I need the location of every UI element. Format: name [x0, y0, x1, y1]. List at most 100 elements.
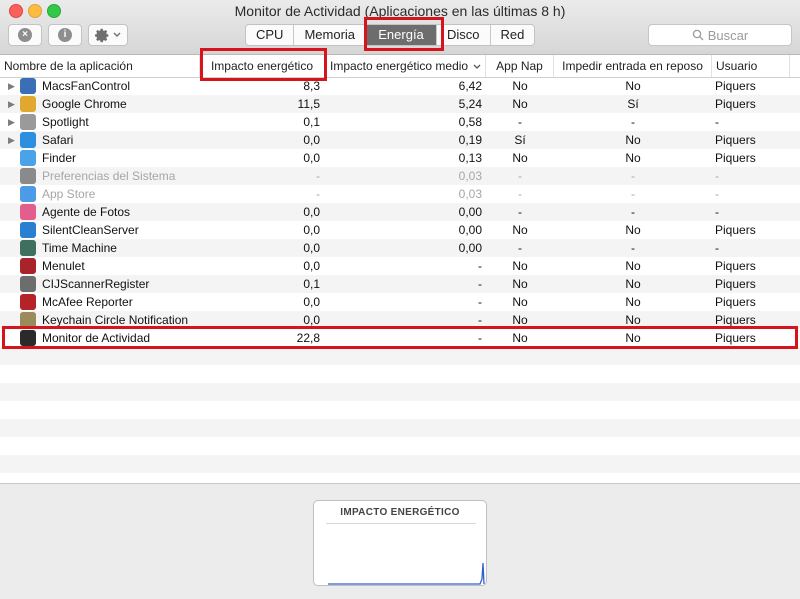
app-nap-cell: -	[518, 169, 522, 183]
table-row[interactable]: ▶ MacsFanControl 8,3 6,42 No No Piquers	[0, 77, 800, 95]
app-icon	[20, 150, 36, 166]
avg-energy-impact-cell: 0,03	[458, 169, 482, 183]
prevent-sleep-cell: Sí	[627, 97, 639, 111]
user-cell: Piquers	[715, 97, 756, 111]
tab-memoria[interactable]: Memoria	[294, 25, 367, 45]
process-table: Nombre de la aplicación Impacto energéti…	[0, 55, 800, 483]
energy-impact-cell: 0,1	[303, 277, 320, 291]
app-icon	[20, 78, 36, 94]
app-icon	[20, 132, 36, 148]
prevent-sleep-cell: No	[625, 277, 641, 291]
prevent-sleep-cell: No	[625, 151, 641, 165]
app-icon	[20, 204, 36, 220]
title-bar: Monitor de Actividad (Aplicaciones en la…	[0, 0, 800, 55]
avg-energy-impact-cell: 0,00	[458, 223, 482, 237]
table-row[interactable]: SilentCleanServer 0,0 0,00 No No Piquers	[0, 221, 800, 239]
user-cell: Piquers	[715, 295, 756, 309]
user-cell: -	[715, 241, 719, 255]
avg-energy-impact-cell: 0,00	[458, 205, 482, 219]
energy-impact-cell: 0,0	[303, 295, 320, 309]
energy-impact-cell: -	[316, 187, 320, 201]
tab-red[interactable]: Red	[491, 25, 535, 45]
prevent-sleep-cell: No	[625, 133, 641, 147]
gear-icon	[95, 28, 109, 42]
table-row[interactable]: ▶ Spotlight 0,1 0,58 - - -	[0, 113, 800, 131]
disclosure-triangle-icon[interactable]: ▶	[8, 77, 16, 95]
table-row[interactable]: App Store - 0,03 - - -	[0, 185, 800, 203]
app-icon	[20, 222, 36, 238]
avg-energy-impact-cell: 6,42	[458, 79, 482, 93]
energy-tab-highlight	[364, 17, 444, 51]
empty-row	[0, 347, 800, 365]
empty-row	[0, 455, 800, 473]
energy-column-highlight	[200, 48, 327, 81]
app-icon	[20, 96, 36, 112]
energy-impact-cell: 0,0	[303, 259, 320, 273]
app-name-cell: Google Chrome	[42, 97, 127, 111]
column-header-user[interactable]: Usuario	[712, 55, 790, 77]
prevent-sleep-cell: No	[625, 79, 641, 93]
tab-disco[interactable]: Disco	[437, 25, 491, 45]
chevron-down-icon	[113, 32, 121, 37]
app-name-cell: Spotlight	[42, 115, 89, 129]
table-row[interactable]: Finder 0,0 0,13 No No Piquers	[0, 149, 800, 167]
table-row[interactable]: CIJScannerRegister 0,1 - No No Piquers	[0, 275, 800, 293]
column-header-prevent-sleep[interactable]: Impedir entrada en reposo	[554, 55, 712, 77]
app-icon	[20, 240, 36, 256]
disclosure-triangle-icon[interactable]: ▶	[8, 113, 16, 131]
user-cell: Piquers	[715, 133, 756, 147]
app-nap-cell: No	[512, 79, 528, 93]
app-nap-cell: No	[512, 151, 528, 165]
energy-impact-cell: 11,5	[297, 97, 320, 111]
stop-process-button[interactable]: ×	[8, 24, 42, 46]
user-cell: -	[715, 205, 719, 219]
table-row[interactable]: Menulet 0,0 - No No Piquers	[0, 257, 800, 275]
avg-energy-impact-cell: -	[478, 259, 482, 273]
user-cell: -	[715, 115, 719, 129]
table-row[interactable]: McAfee Reporter 0,0 - No No Piquers	[0, 293, 800, 311]
table-row[interactable]: ▶ Google Chrome 11,5 5,24 No Sí Piquers	[0, 95, 800, 113]
empty-row	[0, 419, 800, 437]
empty-row	[0, 383, 800, 401]
action-menu-button[interactable]	[88, 24, 128, 46]
column-header-app-nap[interactable]: App Nap	[486, 55, 554, 77]
empty-row	[0, 437, 800, 455]
app-icon	[20, 168, 36, 184]
app-nap-cell: -	[518, 115, 522, 129]
search-field[interactable]: Buscar	[648, 24, 792, 46]
prevent-sleep-cell: -	[631, 187, 635, 201]
app-nap-cell: Sí	[514, 133, 526, 147]
table-header: Nombre de la aplicación Impacto energéti…	[0, 55, 800, 78]
user-cell: Piquers	[715, 79, 756, 93]
app-icon	[20, 294, 36, 310]
column-header-name[interactable]: Nombre de la aplicación	[0, 55, 200, 77]
app-nap-cell: No	[512, 97, 528, 111]
table-body: ▶ MacsFanControl 8,3 6,42 No No Piquers ▶ Google…	[0, 77, 800, 491]
energy-impact-cell: 0,0	[303, 223, 320, 237]
column-header-avg-energy-impact[interactable]: Impacto energético medio	[326, 55, 486, 77]
table-row[interactable]: ▶ Safari 0,0 0,19 Sí No Piquers	[0, 131, 800, 149]
tab-cpu[interactable]: CPU	[246, 25, 295, 45]
user-cell: Piquers	[715, 277, 756, 291]
inspect-process-button[interactable]: i	[48, 24, 82, 46]
energy-impact-cell: 0,0	[303, 133, 320, 147]
app-name-cell: MacsFanControl	[42, 79, 131, 93]
table-row[interactable]: Preferencias del Sistema - 0,03 - - -	[0, 167, 800, 185]
prevent-sleep-cell: -	[631, 115, 635, 129]
table-row[interactable]: Agente de Fotos 0,0 0,00 - - -	[0, 203, 800, 221]
x-circle-icon: ×	[18, 28, 32, 42]
search-icon	[692, 29, 704, 41]
app-name-cell: Agente de Fotos	[42, 205, 131, 219]
disclosure-triangle-icon[interactable]: ▶	[8, 95, 16, 113]
user-cell: -	[715, 169, 719, 183]
energy-impact-graph: IMPACTO ENERGÉTICO	[313, 500, 487, 586]
app-nap-cell: -	[518, 205, 522, 219]
avg-energy-impact-cell: 5,24	[458, 97, 482, 111]
table-row[interactable]: Time Machine 0,0 0,00 - - -	[0, 239, 800, 257]
disclosure-triangle-icon[interactable]: ▶	[8, 131, 16, 149]
user-cell: Piquers	[715, 151, 756, 165]
app-name-cell: Safari	[42, 133, 74, 147]
prevent-sleep-cell: No	[625, 295, 641, 309]
app-icon	[20, 114, 36, 130]
app-name-cell: App Store	[42, 187, 96, 201]
